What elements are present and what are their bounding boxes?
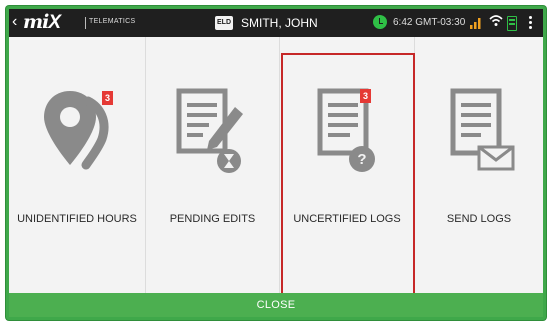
logo-divider bbox=[85, 17, 86, 29]
app-screen: ‹ miX TELEMATICS ELD SMITH, JOHN 6:42 GM… bbox=[9, 9, 543, 317]
tile-label: PENDING EDITS bbox=[169, 213, 256, 225]
tile-label: SEND LOGS bbox=[446, 213, 512, 225]
pending-edit-document-icon bbox=[176, 88, 243, 173]
tile-label: UNCERTIFIED LOGS bbox=[293, 213, 401, 225]
wifi-icon bbox=[489, 15, 503, 26]
tile-send-logs[interactable]: SEND LOGS bbox=[415, 37, 543, 293]
driver-name: SMITH, JOHN bbox=[241, 16, 318, 30]
svg-text:?: ? bbox=[357, 151, 366, 168]
clock-time: 6:42 GMT-03:30 bbox=[393, 17, 466, 28]
unidentified-hours-badge: 3 bbox=[102, 91, 113, 105]
duty-clock-icon bbox=[373, 15, 387, 29]
tile-uncertified-logs[interactable]: ? 3 UNCERTIFIED LOGS bbox=[280, 37, 415, 293]
logo-x: X bbox=[48, 12, 61, 33]
status-bar: ‹ miX TELEMATICS ELD SMITH, JOHN 6:42 GM… bbox=[9, 9, 543, 37]
close-button[interactable]: CLOSE bbox=[9, 293, 543, 317]
signal-icon bbox=[470, 18, 481, 29]
uncertified-document-icon: ? bbox=[317, 88, 375, 172]
tile-unidentified-hours[interactable]: 3 UNIDENTIFIED HOURS bbox=[9, 37, 146, 293]
battery-icon bbox=[507, 16, 517, 31]
eld-badge: ELD bbox=[215, 16, 233, 30]
back-icon[interactable]: ‹ bbox=[12, 13, 17, 31]
overflow-menu-icon[interactable] bbox=[529, 16, 533, 30]
uncertified-logs-badge: 3 bbox=[360, 89, 371, 103]
logo-text: mi bbox=[23, 11, 49, 33]
tile-label: UNIDENTIFIED HOURS bbox=[17, 213, 137, 225]
mix-logo: miX bbox=[23, 11, 61, 34]
brand-label: TELEMATICS bbox=[89, 18, 136, 25]
send-logs-document-icon bbox=[450, 88, 515, 171]
action-tiles: 3 UNIDENTIFIED HOURS PENDING EDITS ? 3 U… bbox=[9, 37, 543, 317]
tile-pending-edits[interactable]: PENDING EDITS bbox=[146, 37, 280, 293]
